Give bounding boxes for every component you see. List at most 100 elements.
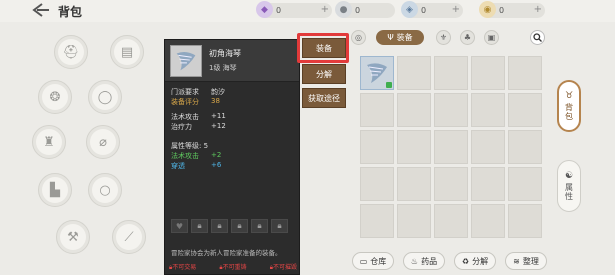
warehouse-button[interactable]: ▭ 仓库 (352, 252, 394, 270)
flag-no-destroy: 🔒︎不可摧毁 (269, 264, 297, 271)
back-arrow-icon[interactable] (32, 3, 50, 17)
slot-book[interactable]: ▤ (110, 35, 144, 69)
sort-button[interactable]: ≋ 整理 (505, 252, 547, 270)
attr1-label: 法术攻击 (171, 152, 199, 160)
currency-purple: ◆ 0 + (256, 1, 332, 18)
slot-armor[interactable]: ♜ (32, 125, 66, 159)
search-icon[interactable] (530, 30, 545, 45)
armor-icon: ♜ (36, 129, 62, 155)
inventory-slot[interactable] (360, 167, 394, 201)
necklace-icon: ❂ (42, 84, 68, 110)
flag-no-trade: 🔒︎不可交易 (169, 264, 197, 271)
sect-label: 门派要求 (171, 88, 199, 96)
new-badge (386, 82, 392, 88)
slot-boots[interactable]: ▙ (38, 173, 72, 207)
currency-blue: ◈ 0 + (401, 1, 463, 18)
trident-icon: Ψ (387, 33, 394, 42)
inventory-slot[interactable] (508, 56, 542, 90)
item-tooltip: 初角海琴 1级 海琴 门派要求 韵汐 装备评分 38 法术攻击 +11 治疗力 … (164, 39, 300, 275)
obtain-method-button[interactable]: 获取途径 (302, 88, 346, 108)
attr2-label: 穿透 (171, 162, 185, 170)
inventory-slot[interactable] (471, 130, 505, 164)
heal-value: +12 (211, 122, 226, 130)
item-description: 冒险家协会为新人冒险家准备的装备。 (171, 249, 282, 257)
inventory-slot[interactable] (471, 167, 505, 201)
inventory-slot[interactable] (360, 93, 394, 127)
medicine-button[interactable]: ♨ 药品 (403, 252, 445, 270)
add-currency-icon[interactable]: + (534, 4, 542, 15)
inventory-slot[interactable] (471, 204, 505, 238)
heal-label: 治疗力 (171, 123, 192, 131)
slot-ring[interactable]: ○ (88, 173, 122, 207)
inventory-slot[interactable] (434, 167, 468, 201)
lock-icon: 🔒︎ (271, 219, 288, 233)
helmet-icon: ⛑ (58, 39, 84, 65)
item-name: 初角海琴 (209, 49, 241, 58)
inventory-slot[interactable] (508, 167, 542, 201)
slot-weapon-blade[interactable]: ⟋ (112, 220, 146, 254)
filter-equipment-tab[interactable]: Ψ 装备 (376, 30, 424, 45)
bag-icon: ♉ (564, 91, 574, 101)
belt-icon: ⌀ (90, 129, 116, 155)
flag-no-reforge: 🔒︎不可重铸 (219, 264, 247, 271)
sect-value: 韵汐 (211, 88, 225, 96)
attributes-icon: ☯ (564, 171, 574, 181)
score-value: 38 (211, 97, 220, 105)
boots-icon: ▙ (42, 177, 68, 203)
inventory-slot[interactable] (434, 130, 468, 164)
inventory-slot[interactable] (360, 204, 394, 238)
currency-silver: ● 0 (335, 1, 395, 18)
ring-icon: ○ (92, 177, 118, 203)
harp-weapon-icon (170, 45, 202, 77)
warehouse-icon: ▭ (359, 256, 368, 266)
tab-attributes[interactable]: ☯ 属性 (557, 160, 581, 212)
inventory-slot[interactable] (471, 56, 505, 90)
score-label: 装备评分 (171, 98, 199, 106)
filter-armor-icon[interactable]: ⚜ (436, 30, 451, 45)
attr1-value: +2 (211, 151, 222, 159)
attribute-level: 属性等级: 5 (171, 142, 209, 150)
add-currency-icon[interactable]: + (321, 4, 329, 15)
decompose-bottom-button[interactable]: ♻ 分解 (454, 252, 496, 270)
inventory-slot[interactable] (360, 130, 394, 164)
slot-accessory[interactable]: ◯ (88, 80, 122, 114)
tab-bag[interactable]: ♉ 背包 (557, 80, 581, 132)
inventory-slot[interactable] (471, 93, 505, 127)
inventory-slot[interactable] (397, 167, 431, 201)
inventory-slot[interactable] (434, 204, 468, 238)
tooltip-header: 初角海琴 1级 海琴 (165, 40, 299, 82)
decompose-button[interactable]: 分解 (302, 64, 346, 84)
lock-icon: 🔒︎ (211, 219, 228, 233)
inventory-slot[interactable] (508, 204, 542, 238)
filter-misc-icon[interactable]: ▣ (484, 30, 499, 45)
book-icon: ▤ (114, 39, 140, 65)
inventory-grid (360, 56, 546, 244)
inventory-slot[interactable] (434, 93, 468, 127)
slot-belt[interactable]: ⌀ (86, 125, 120, 159)
inventory-slot-selected[interactable] (360, 56, 394, 90)
lock-icon: 🔒︎ (191, 219, 208, 233)
filter-material-icon[interactable]: ♣ (460, 30, 475, 45)
recycle-icon: ♻ (461, 256, 470, 266)
highlight-box (297, 33, 349, 63)
inventory-slot[interactable] (508, 93, 542, 127)
inventory-slot[interactable] (397, 93, 431, 127)
inventory-slot[interactable] (434, 56, 468, 90)
add-currency-icon[interactable]: + (452, 4, 460, 15)
heart-socket-icon: ♥ (171, 219, 188, 233)
slot-weapon-axe[interactable]: ⚒ (56, 220, 90, 254)
spell-attack-label: 法术攻击 (171, 113, 199, 121)
blue-gem-icon: ◈ (401, 1, 418, 18)
inventory-slot[interactable] (508, 130, 542, 164)
spell-attack-value: +11 (211, 112, 226, 120)
silver-coin-icon: ● (335, 1, 352, 18)
inventory-slot[interactable] (397, 130, 431, 164)
blade-icon: ⟋ (116, 224, 142, 250)
page-title: 背包 (58, 5, 83, 19)
inventory-slot[interactable] (397, 56, 431, 90)
slot-helmet[interactable]: ⛑ (54, 35, 88, 69)
slot-necklace[interactable]: ❂ (38, 80, 72, 114)
stack-icon: ≋ (513, 256, 520, 266)
inventory-slot[interactable] (397, 204, 431, 238)
filter-all-icon[interactable]: ◎ (351, 30, 366, 45)
